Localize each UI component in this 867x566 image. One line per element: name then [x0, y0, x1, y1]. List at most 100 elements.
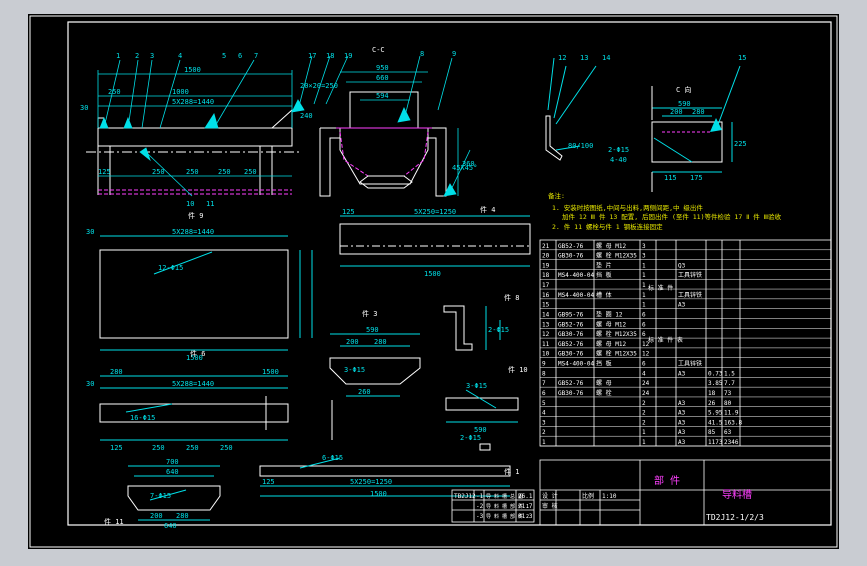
bom-cell: A3: [678, 410, 686, 417]
bom-cell: 7: [542, 380, 546, 387]
dim-250-d: 250: [218, 168, 231, 176]
bom-cell: 6: [542, 390, 546, 397]
dim-2d15-p8: 2-Φ15: [488, 326, 509, 334]
bom-cell: 挡 板: [596, 360, 612, 368]
dim-200-p3: 200: [346, 338, 359, 346]
dim-125-c: 125: [110, 444, 123, 452]
section-label: C-C: [372, 46, 385, 54]
bom-cell: 19: [542, 262, 550, 269]
bom-cell: 14: [542, 311, 550, 318]
bom-cell: 螺 母: [596, 379, 612, 387]
callout-4: 4: [178, 52, 182, 60]
dim-6d15: 6-Φ15: [322, 454, 343, 462]
callout-3: 3: [150, 52, 154, 60]
bom-cell: 1: [642, 262, 646, 269]
bom-cell: GB95-76: [558, 311, 584, 318]
bom-cell: GB30-76: [558, 390, 584, 397]
dim-590-p10: 590: [474, 426, 487, 434]
bom-cell: 18: [708, 390, 716, 397]
dim-250-f: 250: [152, 444, 165, 452]
dim-5x288-p6: 5X288=1440: [172, 380, 214, 388]
dim-125-b: 125: [342, 208, 355, 216]
bom-cell: 螺 母 M12: [596, 242, 626, 250]
dim-7d15: 7-Φ15: [150, 492, 171, 500]
bom-cell: 垫 圈 12: [596, 310, 623, 318]
bom-cell: 1: [642, 439, 646, 446]
bom-cell: 1: [642, 302, 646, 309]
bom-cell: 3: [642, 243, 646, 250]
drawing-number: TD2J12-1/2/3: [706, 513, 764, 522]
callout-8: 8: [420, 50, 424, 58]
view-label-part-1: 件 1: [504, 467, 519, 476]
bom-cell: 1: [642, 282, 646, 289]
bom-cell: 17: [542, 282, 550, 289]
view-label-part-3: 件 3: [362, 309, 377, 318]
scale-label: 比例: [582, 492, 594, 500]
ref-table-cell: 26.1: [518, 493, 533, 500]
callout-7: 7: [254, 52, 258, 60]
bom-cell: 6: [642, 331, 646, 338]
callout-18: 18: [326, 52, 334, 60]
dim-594: 594: [376, 92, 389, 100]
ref-table-cell: -3: [476, 513, 484, 520]
dim-1500-p6: 1500: [262, 368, 279, 376]
notes-line-3: 2. 件 11 螺栓与件 1 钢板连接固定: [552, 222, 663, 231]
callout-15: 15: [738, 54, 746, 62]
callout-17: 17: [308, 52, 316, 60]
bom-cell: 6: [642, 321, 646, 328]
view-label-part-10: 件 10: [508, 365, 528, 374]
dim-16d15: 16-Φ15: [130, 414, 155, 422]
callout-19: 19: [344, 52, 352, 60]
dim-30-c: 30: [86, 380, 94, 388]
bom-cell: 15: [542, 302, 550, 309]
bom-cell: MS4-400-04: [558, 361, 595, 368]
part-title: 部 件: [654, 474, 680, 487]
bom-cell: 螺 母 M12: [596, 340, 626, 348]
bom-cell: 2: [642, 400, 646, 407]
dim-2d15-p2: 2-Φ15: [460, 434, 481, 442]
ref-table-cell: -1: [476, 493, 484, 500]
bom-cell: GB52-76: [558, 321, 584, 328]
bom-cell: 85: [708, 429, 716, 436]
ref-table-cell: 81.3: [518, 513, 533, 520]
dim-1500-top: 1500: [184, 66, 201, 74]
scale-value: 1:10: [602, 493, 617, 500]
dim-640: 640: [166, 468, 179, 476]
ref-table-cell: 21.7: [518, 503, 533, 510]
designer-label: 设 计: [542, 492, 558, 500]
bom-cell: 5: [542, 400, 546, 407]
ref-table-cell: -2: [476, 503, 484, 510]
bom-cell: 螺 母 M12: [596, 320, 626, 328]
bom-cell: GB52-76: [558, 243, 584, 250]
bom-cell: 2: [642, 410, 646, 417]
bom-cell: 1: [642, 272, 646, 279]
bom-cell: A3: [678, 429, 686, 436]
bom-cell: A3: [678, 439, 686, 446]
view-label-part-11: 件 11: [104, 517, 124, 526]
bom-cell: 6: [642, 361, 646, 368]
dim-280-c: 280: [692, 108, 705, 116]
dim-250-b: 250: [152, 168, 165, 176]
bom-cell: 3: [642, 253, 646, 260]
dim-250-c: 250: [186, 168, 199, 176]
view-c-label: C 向: [676, 85, 691, 94]
dim-200-p11: 200: [150, 512, 163, 520]
callout-12: 12: [558, 54, 566, 62]
bom-cell: 41.5: [708, 419, 723, 426]
bom-cell: MS4-400-04: [558, 292, 595, 299]
cad-drawing-canvas: 1 2 3 4 5 6 7 1500 1000 250 5X288=1440 3…: [0, 0, 867, 562]
dim-1500-bottom: 1500: [370, 490, 387, 498]
callout-6: 6: [238, 52, 242, 60]
part-2-texts: 2-Φ15: [460, 434, 481, 442]
dim-640-b: 640: [164, 522, 177, 530]
bom-cell: 3: [542, 419, 546, 426]
callout-11: 11: [206, 200, 214, 208]
bom-cell: 13: [542, 321, 550, 328]
dim-5x250-bottom: 5X250=1250: [350, 478, 392, 486]
view-label-part-6: 件 6: [190, 349, 205, 358]
dim-360: 360: [462, 160, 475, 168]
bom-cell: 63: [724, 429, 732, 436]
dim-660: 660: [376, 74, 389, 82]
dim-260: 260: [358, 388, 371, 396]
bom-cell: 1: [642, 429, 646, 436]
